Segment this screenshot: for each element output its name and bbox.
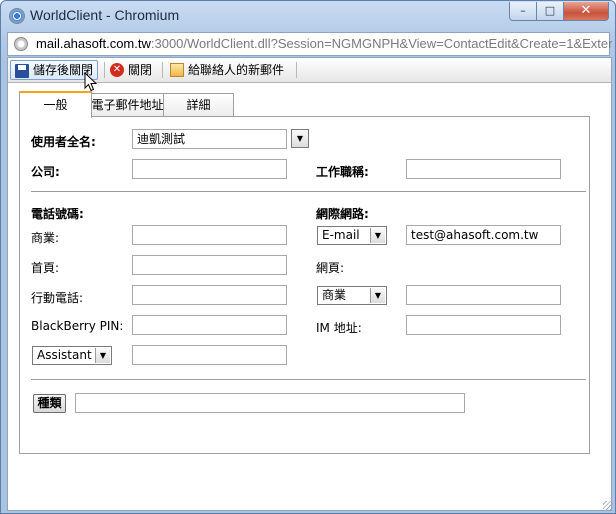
new-mail-to-contact-button[interactable]: 給聯絡人的新郵件 [166, 60, 288, 80]
webpage-type-value: 商業 [322, 288, 347, 302]
internet-header: 網際網路: [316, 207, 369, 221]
home-phone-label: 首頁: [31, 261, 60, 275]
webpage-label: 網頁: [316, 261, 345, 275]
general-panel: 使用者全名: 迪凱測試 ▼ 公司: 工作職稱: 電話號碼: 網際網路: 商業: … [19, 116, 590, 454]
blackberry-pin-label: BlackBerry PIN: [31, 319, 124, 333]
mobile-phone-input[interactable] [132, 285, 287, 305]
tab-details[interactable]: 詳細 [163, 93, 234, 116]
chevron-down-icon: ▼ [370, 228, 385, 243]
chromium-icon [9, 8, 25, 24]
assistant-type-value: Assistant [37, 348, 92, 362]
url-host: mail.ahasoft.com.tw [36, 36, 151, 51]
fullname-dropdown-button[interactable]: ▼ [291, 129, 309, 148]
fullname-input[interactable]: 迪凱測試 [132, 129, 287, 149]
webpage-type-select[interactable]: 商業 ▼ [317, 286, 387, 305]
envelope-icon [170, 63, 184, 77]
close-icon: ✕ [110, 63, 124, 77]
section-divider [31, 379, 586, 380]
page-content: 儲存後關閉 ✕ 關閉 給聯絡人的新郵件 一般 電子郵件地址 詳細 使用者全名: [7, 57, 612, 511]
fullname-label: 使用者全名: [31, 135, 96, 149]
page-info-icon[interactable] [14, 37, 28, 51]
resize-grip[interactable] [603, 501, 613, 511]
assistant-phone-input[interactable] [132, 345, 287, 365]
section-divider [31, 191, 586, 192]
blackberry-pin-input[interactable] [132, 315, 287, 335]
url-text: mail.ahasoft.com.tw:3000/WorldClient.dll… [36, 36, 612, 51]
category-button[interactable]: 種類 [33, 394, 66, 413]
toolbar-separator [296, 62, 297, 78]
toolbar: 儲存後關閉 ✕ 關閉 給聯絡人的新郵件 [8, 58, 611, 83]
phone-numbers-header: 電話號碼: [31, 207, 84, 221]
close-window-button[interactable]: ✕ [563, 2, 609, 21]
tab-email-addresses[interactable]: 電子郵件地址 [90, 93, 165, 116]
email-type-value: E-mail [322, 228, 360, 242]
email-input[interactable]: test@ahasoft.com.tw [406, 225, 561, 245]
jobtitle-input[interactable] [406, 159, 561, 179]
im-address-label: IM 地址: [316, 321, 362, 335]
home-phone-input[interactable] [132, 255, 287, 275]
company-input[interactable] [132, 159, 287, 179]
browser-window: WorldClient - Chromium – □ ✕ mail.ahasof… [0, 0, 616, 514]
business-phone-label: 商業: [31, 231, 60, 245]
business-phone-input[interactable] [132, 225, 287, 245]
close-button[interactable]: ✕ 關閉 [106, 60, 156, 80]
jobtitle-label: 工作職稱: [316, 165, 369, 179]
chevron-down-icon: ▼ [370, 288, 385, 303]
minimize-button[interactable]: – [509, 2, 537, 21]
save-icon [15, 64, 29, 78]
address-bar[interactable]: mail.ahasoft.com.tw:3000/WorldClient.dll… [7, 32, 612, 56]
chevron-down-icon: ▼ [95, 348, 110, 363]
close-label: 關閉 [128, 63, 153, 77]
window-title: WorldClient - Chromium [30, 7, 180, 23]
title-bar[interactable]: WorldClient - Chromium – □ ✕ [1, 1, 615, 29]
email-type-select[interactable]: E-mail ▼ [317, 226, 387, 245]
assistant-type-select[interactable]: Assistant ▼ [32, 346, 112, 365]
mobile-phone-label: 行動電話: [31, 291, 84, 305]
save-and-close-button[interactable]: 儲存後關閉 [10, 60, 99, 80]
tab-general[interactable]: 一般 [19, 91, 92, 118]
save-and-close-label: 儲存後關閉 [33, 63, 94, 77]
company-label: 公司: [31, 165, 60, 179]
toolbar-separator [162, 62, 163, 78]
url-path: :3000/WorldClient.dll?Session=NGMGNPH&Vi… [150, 36, 613, 51]
category-input[interactable] [75, 393, 465, 413]
toolbar-separator [104, 62, 105, 78]
new-mail-label: 給聯絡人的新郵件 [188, 63, 285, 77]
maximize-button[interactable]: □ [536, 2, 564, 21]
webpage-input[interactable] [406, 285, 561, 305]
im-address-input[interactable] [406, 315, 561, 335]
